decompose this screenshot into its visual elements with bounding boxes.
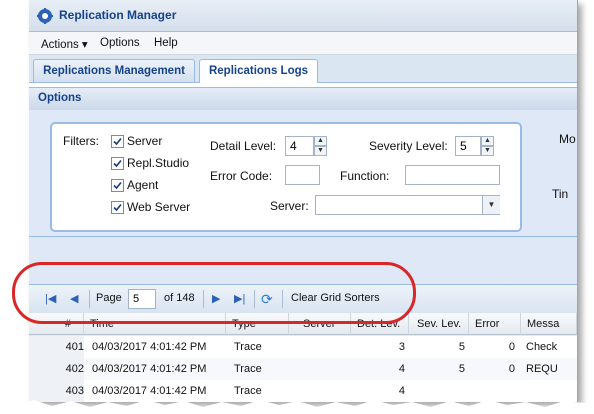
menu-bar: Actions ▾ Options Help [29, 32, 577, 55]
checkbox-agent-label: Agent [127, 178, 159, 192]
side-label-mo: Mo [559, 132, 576, 146]
highlight-ellipse [12, 262, 416, 324]
row-number: 402 [29, 358, 84, 380]
table-row[interactable]: 401 04/03/2017 4:01:42 PM Trace 3 5 0 Ch… [29, 336, 577, 359]
checkbox-repl-studio[interactable] [111, 157, 124, 170]
cell-time: 04/03/2017 4:01:42 PM [92, 363, 207, 375]
gear-icon [37, 8, 53, 24]
cell-error: 0 [508, 363, 515, 375]
cell-type: Trace [234, 341, 262, 353]
chevron-down-icon[interactable]: ▼ [482, 196, 500, 214]
tab-replications-logs[interactable]: Replications Logs [199, 59, 318, 83]
spin-down-icon[interactable]: ▼ [481, 146, 494, 156]
app-title: Replication Manager [59, 8, 177, 22]
menu-actions[interactable]: Actions ▾ [41, 37, 88, 51]
checkbox-server-label: Server [127, 134, 163, 148]
column-header-message[interactable]: Messa [521, 313, 577, 335]
spin-up-icon[interactable]: ▲ [481, 136, 494, 146]
detail-level-input[interactable] [285, 136, 314, 156]
spin-up-icon[interactable]: ▲ [314, 136, 327, 146]
title-bar: Replication Manager [29, 0, 577, 32]
checkbox-web-server[interactable] [111, 201, 124, 214]
cell-message: Check [526, 341, 558, 353]
cell-server [291, 336, 349, 358]
row-number: 401 [29, 336, 84, 358]
error-code-label: Error Code: [210, 169, 273, 183]
menu-help[interactable]: Help [154, 37, 178, 49]
severity-level-label: Severity Level: [369, 139, 448, 153]
cell-server [291, 358, 349, 380]
cell-sev-lev: 5 [458, 341, 465, 353]
cell-message: REQU [526, 363, 558, 375]
cell-sev-lev: 5 [458, 363, 465, 375]
menu-options[interactable]: Options [100, 37, 140, 49]
severity-level-input[interactable] [455, 136, 481, 156]
checkbox-server[interactable] [111, 135, 124, 148]
cell-type: Trace [234, 363, 262, 375]
server-label: Server: [270, 199, 309, 213]
tab-strip: Replications Management Replications Log… [29, 55, 577, 83]
function-label: Function: [340, 169, 390, 183]
column-header-sev-lev[interactable]: Sev. Lev. [409, 313, 469, 335]
checkbox-web-server-label: Web Server [127, 200, 191, 214]
detail-level-label: Detail Level: [210, 139, 277, 153]
cell-det-lev: 3 [398, 341, 405, 353]
cell-det-lev: 4 [398, 363, 405, 375]
server-combo[interactable] [315, 195, 500, 215]
filters-label: Filters: [63, 134, 99, 148]
spin-down-icon[interactable]: ▼ [314, 146, 327, 156]
severity-level-stepper[interactable]: ▲ ▼ [481, 136, 494, 156]
detail-level-stepper[interactable]: ▲ ▼ [314, 136, 327, 156]
side-label-tin: Tin [552, 187, 569, 201]
error-code-input[interactable] [285, 165, 320, 185]
cell-error: 0 [508, 341, 515, 353]
cell-time: 04/03/2017 4:01:42 PM [92, 341, 207, 353]
function-input[interactable] [405, 165, 500, 185]
checkbox-agent[interactable] [111, 179, 124, 192]
tab-replications-management[interactable]: Replications Management [33, 59, 195, 82]
options-title: Options [38, 92, 82, 104]
filter-box: Filters: Server Repl.Studio Agent Web Se… [50, 122, 522, 232]
options-panel-header[interactable]: Options [29, 87, 577, 111]
table-row[interactable]: 402 04/03/2017 4:01:42 PM Trace 4 5 0 RE… [29, 358, 577, 381]
torn-edge [0, 400, 594, 414]
checkbox-repl-studio-label: Repl.Studio [127, 156, 190, 170]
column-header-error[interactable]: Error [469, 313, 521, 335]
app-window: Replication Manager Actions ▾ Options He… [29, 0, 578, 402]
